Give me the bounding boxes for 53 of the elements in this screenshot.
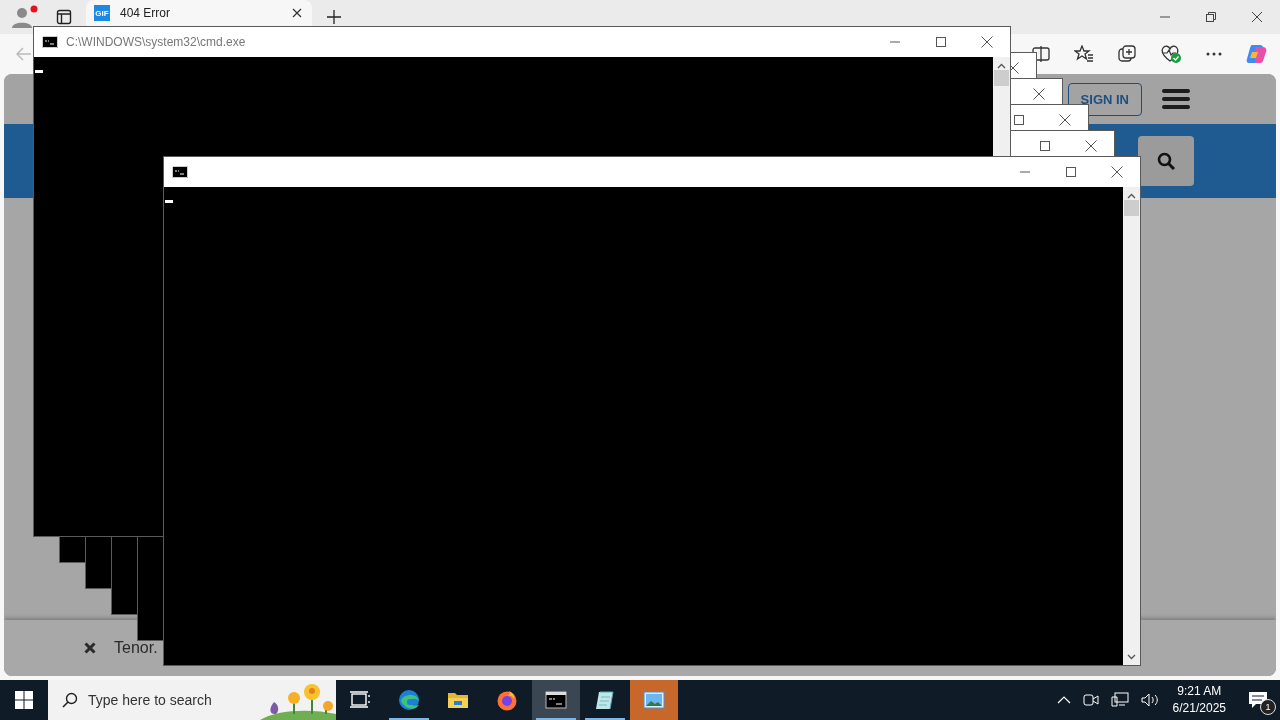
scroll-down-icon[interactable] — [1127, 654, 1136, 660]
picture-frame-icon — [643, 689, 665, 711]
new-tab-icon[interactable] — [327, 10, 341, 24]
maximize-icon[interactable] — [936, 37, 946, 47]
camera-icon[interactable] — [1082, 692, 1099, 708]
network-icon[interactable] — [1110, 692, 1129, 708]
close-icon[interactable] — [1033, 88, 1045, 100]
notifications-button[interactable]: 1 — [1236, 680, 1280, 720]
maximize-icon[interactable] — [1040, 141, 1050, 151]
copilot-icon[interactable] — [1246, 44, 1268, 64]
edge-icon — [398, 689, 420, 711]
console-icon — [172, 166, 188, 178]
scroll-up-icon[interactable] — [1127, 193, 1136, 199]
browser-tab[interactable]: GIF 404 Error — [86, 0, 312, 26]
restore-icon[interactable] — [1206, 12, 1216, 22]
close-icon[interactable] — [981, 36, 993, 48]
clock[interactable]: 9:21 AM 6/21/2025 — [1172, 683, 1226, 717]
close-icon[interactable] — [84, 642, 96, 654]
close-icon[interactable] — [1252, 12, 1262, 22]
chevron-up-icon[interactable] — [1056, 696, 1071, 704]
search-field[interactable]: Type here to search — [48, 680, 336, 720]
notepad-icon — [594, 689, 616, 711]
search-icon — [1157, 152, 1175, 170]
console-icon — [545, 689, 567, 711]
maximize-icon[interactable] — [1066, 167, 1076, 177]
notification-badge: 1 — [1260, 699, 1276, 715]
close-icon[interactable] — [1085, 140, 1097, 152]
scroll-thumb[interactable] — [1124, 200, 1139, 216]
firefox-icon — [496, 689, 518, 711]
menu-icon[interactable] — [1162, 89, 1190, 109]
split-screen-icon[interactable] — [1032, 46, 1050, 62]
close-icon[interactable] — [292, 8, 302, 18]
tab-actions-icon[interactable] — [56, 9, 72, 25]
volume-icon[interactable] — [1140, 692, 1159, 708]
maximize-icon[interactable] — [1014, 115, 1024, 125]
windows-icon — [15, 691, 33, 709]
more-icon[interactable] — [1206, 52, 1222, 56]
search-icon — [62, 692, 78, 708]
close-icon[interactable] — [1111, 166, 1123, 178]
scrollbar[interactable] — [1123, 187, 1140, 665]
collections-icon[interactable] — [1118, 45, 1136, 63]
health-icon[interactable] — [1160, 44, 1182, 64]
favicon: GIF — [94, 5, 110, 21]
window-title: C:\WINDOWS\system32\cmd.exe — [66, 35, 246, 49]
console-icon — [42, 36, 58, 48]
task-view-icon — [349, 689, 371, 711]
scroll-up-icon[interactable] — [997, 63, 1006, 69]
scroll-thumb[interactable] — [994, 70, 1009, 86]
banner-text: Tenor. — [114, 639, 158, 657]
taskbar-app-button[interactable] — [532, 680, 580, 720]
close-icon[interactable] — [1059, 114, 1071, 126]
search-button[interactable] — [1138, 136, 1194, 186]
favorites-icon[interactable] — [1074, 45, 1094, 63]
